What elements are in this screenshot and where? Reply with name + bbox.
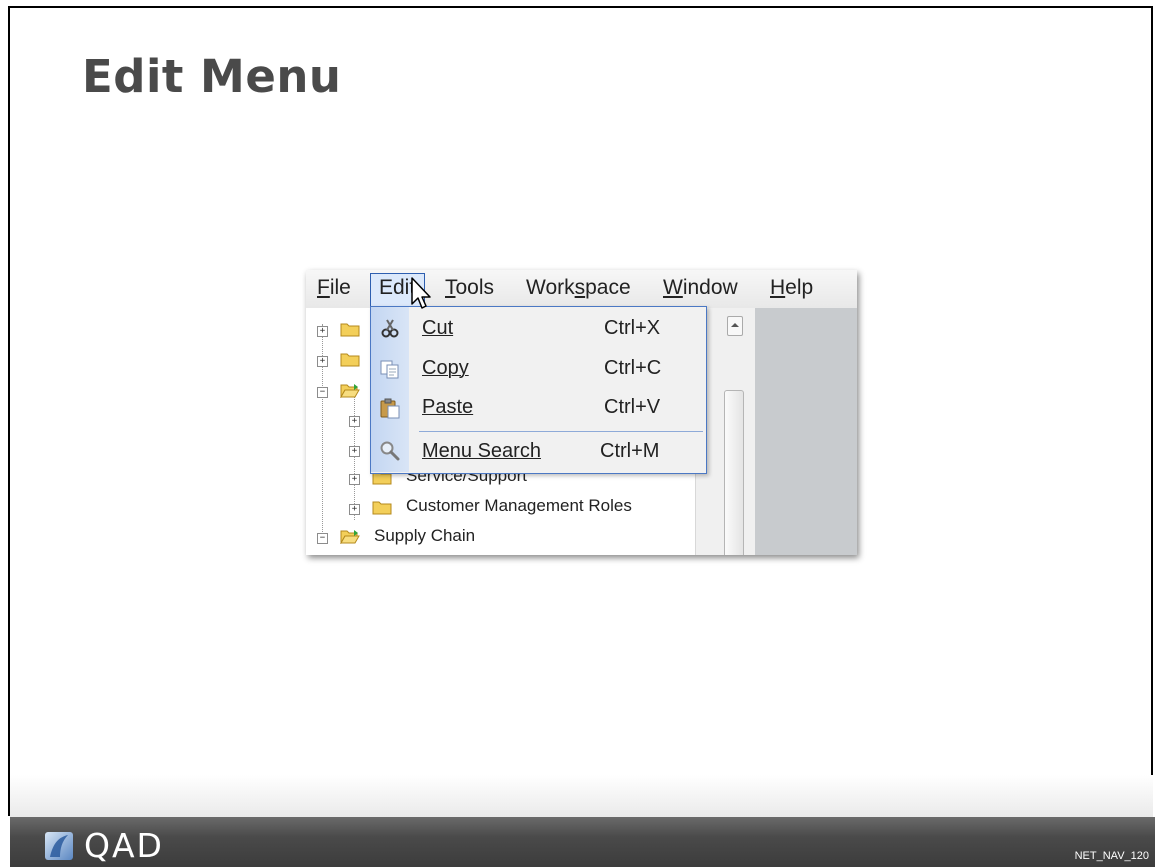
menu-file-rest: ile	[329, 276, 351, 299]
folder-icon	[372, 501, 392, 515]
copy-shortcut: Ctrl+C	[604, 357, 662, 379]
menu-search-shortcut: Ctrl+M	[600, 440, 660, 462]
cut-label: Cut	[422, 317, 454, 339]
expand-icon[interactable]: +	[317, 326, 328, 337]
slide-code: NET_NAV_120	[1074, 850, 1149, 862]
expand-icon[interactable]: +	[317, 356, 328, 367]
menu-bar: File Edit Tools Workspace Window Help	[306, 270, 857, 308]
tree-item-supply-chain[interactable]: Supply Chain	[374, 526, 475, 546]
menu-item-copy[interactable]: Copy	[422, 357, 469, 380]
qad-logo-text: QAD	[84, 826, 164, 865]
menu-window-mnemonic: W	[663, 276, 683, 299]
collapse-icon[interactable]: −	[317, 387, 328, 398]
workspace-pane	[755, 308, 857, 555]
open-folder-icon	[340, 530, 360, 544]
folder-icon	[340, 323, 360, 337]
folder-icon	[340, 353, 360, 367]
copy-label: Copy	[422, 357, 469, 379]
scissors-icon	[381, 319, 399, 338]
menu-file[interactable]: File	[317, 276, 351, 300]
menu-tools-rest: ools	[455, 276, 495, 299]
paste-label: Paste	[422, 396, 474, 418]
menu-workspace[interactable]: Workspace	[526, 276, 631, 300]
mouse-pointer-icon	[411, 277, 431, 309]
menu-help-mnemonic: H	[770, 276, 786, 299]
tree-item-customer-management-roles[interactable]: Customer Management Roles	[406, 496, 632, 516]
menu-tools[interactable]: Tools	[445, 276, 494, 300]
menu-workspace-rest: pace	[585, 276, 631, 299]
scroll-thumb[interactable]	[724, 390, 744, 555]
menu-file-mnemonic: F	[317, 276, 330, 299]
copy-icon	[380, 360, 399, 379]
paste-icon	[380, 398, 400, 419]
expand-icon[interactable]: +	[349, 446, 360, 457]
open-folder-icon	[340, 384, 360, 398]
slide-title: Edit Menu	[82, 50, 342, 103]
menu-item-cut[interactable]: Cut	[422, 317, 453, 340]
menu-tools-mnemonic: T	[445, 276, 456, 299]
collapse-icon[interactable]: −	[317, 533, 328, 544]
magnifier-icon	[380, 441, 400, 461]
menu-window[interactable]: Window	[663, 276, 738, 300]
footer-fade	[10, 775, 1153, 817]
menu-workspace-mnemonic: s	[574, 276, 586, 299]
paste-shortcut: Ctrl+V	[604, 396, 661, 418]
cut-shortcut: Ctrl+X	[604, 317, 661, 339]
expand-icon[interactable]: +	[349, 416, 360, 427]
menu-item-menu-search[interactable]: Menu Search	[422, 440, 541, 463]
menu-workspace-pre: Work	[526, 276, 575, 299]
scroll-up-button[interactable]	[727, 316, 743, 336]
menu-search-label: Menu Search	[422, 440, 541, 462]
footer-bar	[10, 817, 1155, 867]
expand-icon[interactable]: +	[349, 504, 360, 515]
menu-help[interactable]: Help	[770, 276, 813, 300]
menu-separator	[419, 431, 703, 432]
expand-icon[interactable]: +	[349, 474, 360, 485]
edit-dropdown-menu: Cut Ctrl+X Copy Ctrl+C Paste Ctrl+V Menu…	[370, 306, 707, 474]
menu-help-rest: elp	[785, 276, 814, 299]
menu-item-paste[interactable]: Paste	[422, 396, 473, 419]
qad-logo-icon	[45, 832, 73, 860]
menu-window-rest: indow	[682, 276, 738, 299]
